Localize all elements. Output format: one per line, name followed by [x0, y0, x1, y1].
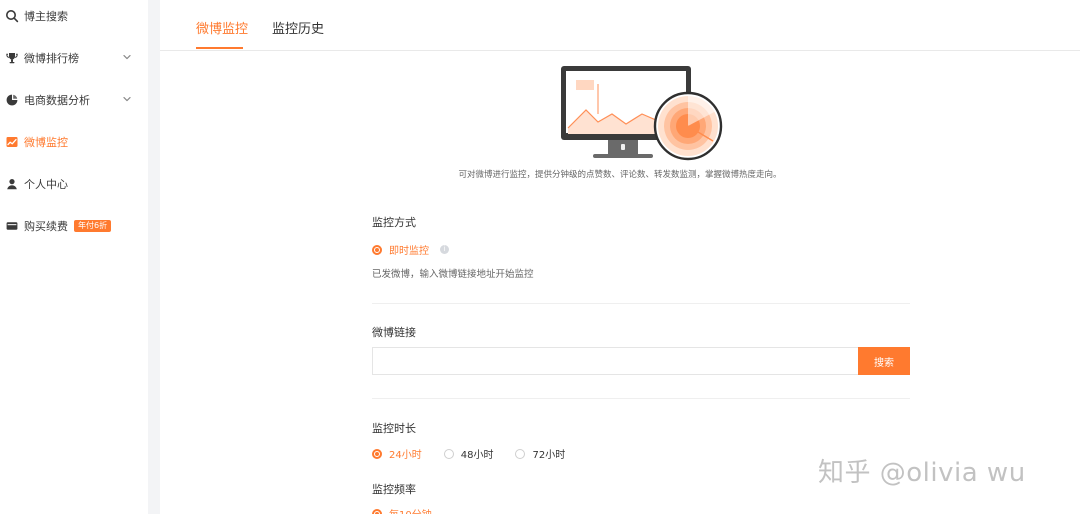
monitor-mode-instant-label: 即时监控: [389, 246, 429, 257]
discount-badge: 年付6折: [74, 220, 112, 232]
form-divider: [372, 398, 910, 399]
sidebar-item-profile[interactable]: 个人中心: [0, 170, 148, 198]
duration-48h-label: 48小时: [460, 450, 494, 461]
duration-24h-label: 24小时: [389, 450, 422, 461]
tab-active-indicator: [196, 47, 243, 49]
duration-option-72h[interactable]: 72小时: [515, 446, 565, 461]
weibo-link-input[interactable]: [372, 347, 858, 375]
monitor-mode-options: 即时监控 i: [372, 242, 449, 257]
hero-illustration: [558, 64, 728, 164]
frequency-options: 每10分钟: [372, 506, 432, 514]
line-chart-icon: [5, 135, 19, 149]
trophy-icon: [5, 51, 19, 65]
sidebar-item-label: 微博排行榜: [24, 52, 79, 65]
info-icon[interactable]: i: [440, 245, 449, 254]
user-icon: [5, 177, 19, 191]
radio-checked[interactable]: [372, 448, 382, 459]
duration-option-24h[interactable]: 24小时: [372, 446, 422, 461]
frequency-label: 监控频率: [372, 483, 416, 496]
weibo-link-input-group: 搜索: [372, 347, 910, 375]
card-icon: [5, 219, 19, 233]
monitor-mode-label: 监控方式: [372, 216, 416, 229]
sidebar-item-label: 个人中心: [24, 178, 68, 191]
sidebar-item-label: 购买续费: [24, 220, 68, 233]
app-root: 博主搜索 微博排行榜 电商数据分析 微博监控 个人中心 购买续费 年付6折 微博…: [0, 0, 1080, 514]
sidebar-gutter: [148, 0, 160, 514]
frequency-option-selected[interactable]: 每10分钟: [372, 506, 432, 514]
sidebar-item-weibo-monitor[interactable]: 微博监控: [0, 128, 148, 156]
sidebar-item-ecommerce-analysis[interactable]: 电商数据分析: [0, 86, 148, 114]
duration-label: 监控时长: [372, 422, 416, 435]
main-content: 微博监控 监控历史 可对微博进行监控，提供分钟级的点赞数、评论数、转发数监测，掌…: [160, 0, 1080, 514]
chevron-down-icon: [122, 52, 132, 62]
duration-option-48h[interactable]: 48小时: [443, 446, 494, 461]
monitor-illustration: [561, 66, 723, 161]
weibo-link-label: 微博链接: [372, 326, 416, 339]
sidebar-item-label: 电商数据分析: [24, 94, 90, 107]
sidebar: 博主搜索 微博排行榜 电商数据分析 微博监控 个人中心 购买续费 年付6折: [0, 0, 148, 514]
duration-options: 24小时 48小时 72小时: [372, 446, 565, 461]
radio-unchecked[interactable]: [515, 448, 526, 459]
hero-caption: 可对微博进行监控，提供分钟级的点赞数、评论数、转发数监测，掌握微博热度走向。: [458, 170, 782, 180]
frequency-selected-label: 每10分钟: [389, 506, 432, 514]
search-icon: [5, 9, 19, 23]
form-divider: [372, 303, 910, 304]
sidebar-item-label: 微博监控: [24, 136, 68, 149]
radio-unchecked[interactable]: [443, 448, 454, 459]
chevron-down-icon: [122, 94, 132, 104]
duration-72h-label: 72小时: [532, 450, 566, 461]
radio-checked[interactable]: [372, 244, 382, 255]
monitor-mode-instant-option[interactable]: 即时监控 i: [372, 242, 449, 257]
radio-checked[interactable]: [372, 508, 382, 514]
pie-chart-icon: [5, 93, 19, 107]
tab-weibo-monitor[interactable]: 微博监控: [196, 18, 248, 40]
tab-monitor-history[interactable]: 监控历史: [272, 18, 324, 40]
watermark: 知乎 @olivia wu: [818, 458, 1026, 488]
search-button[interactable]: 搜索: [858, 347, 910, 375]
monitor-mode-help: 已发微博，输入微博链接地址开始监控: [372, 269, 534, 280]
sidebar-item-label: 博主搜索: [24, 10, 68, 23]
top-tabs: 微博监控 监控历史: [160, 0, 1080, 51]
sidebar-item-weibo-ranking[interactable]: 微博排行榜: [0, 44, 148, 72]
sidebar-item-purchase-renew[interactable]: 购买续费 年付6折: [0, 212, 148, 240]
sidebar-item-blogger-search[interactable]: 博主搜索: [0, 2, 148, 30]
